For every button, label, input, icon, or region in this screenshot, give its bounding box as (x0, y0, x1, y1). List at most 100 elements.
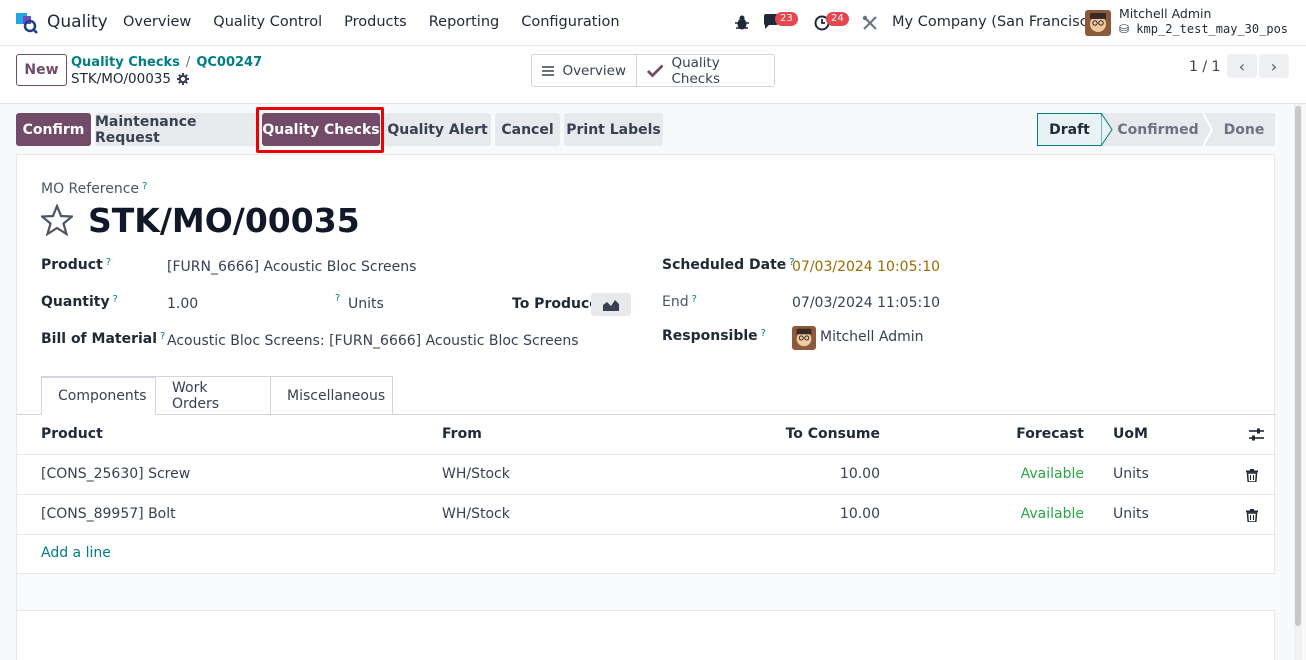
cell-from[interactable]: WH/Stock (442, 506, 510, 522)
cell-uom[interactable]: Units (1113, 466, 1149, 482)
area-chart-icon (603, 299, 619, 311)
cell-uom[interactable]: Units (1113, 506, 1149, 522)
settings-tools-icon[interactable] (862, 15, 878, 31)
database-label: kmp_2_test_may_30_pos (1136, 22, 1289, 36)
col-from[interactable]: From (442, 426, 482, 442)
cell-product[interactable]: [CONS_89957] Bolt (41, 506, 176, 522)
cell-forecast: Available (1020, 466, 1084, 482)
trash-icon[interactable] (1246, 509, 1258, 522)
quality-alert-button[interactable]: Quality Alert (384, 113, 491, 146)
responsible-label-text: Responsible (662, 328, 758, 344)
help-icon[interactable]: ? (160, 331, 165, 342)
user-avatar[interactable] (1085, 10, 1111, 36)
pager-next-button[interactable]: › (1259, 54, 1289, 78)
user-name[interactable]: Mitchell Admin (1119, 6, 1211, 21)
menu-overview[interactable]: Overview (123, 14, 191, 30)
table-footer (17, 573, 1276, 611)
tab-work-orders[interactable]: Work Orders (156, 376, 271, 415)
quantity-label-text: Quantity (41, 294, 110, 310)
to-produce-label: To Produce (512, 296, 599, 312)
cell-to-consume[interactable]: 10.00 (840, 506, 880, 522)
stage-done[interactable]: Done (1213, 113, 1275, 146)
responsible-label: Responsible? (662, 328, 766, 344)
cell-from[interactable]: WH/Stock (442, 466, 510, 482)
quality-app-icon[interactable] (16, 12, 38, 34)
smart-overview-button[interactable]: Overview (532, 55, 636, 86)
smart-buttons: Overview Quality Checks (531, 54, 775, 87)
help-icon[interactable]: ? (692, 294, 697, 305)
app-name[interactable]: Quality (47, 12, 108, 32)
maintenance-request-button[interactable]: Maintenance Request (95, 113, 257, 146)
database-name: ⛁ kmp_2_test_may_30_pos (1119, 22, 1288, 36)
help-icon[interactable]: ? (106, 257, 111, 268)
tab-miscellaneous[interactable]: Miscellaneous (271, 376, 393, 415)
star-icon[interactable] (41, 204, 73, 236)
quality-checks-button[interactable]: Quality Checks (262, 113, 380, 146)
mo-reference-text: MO Reference (41, 181, 140, 197)
col-forecast[interactable]: Forecast (1016, 426, 1084, 442)
product-label: Product? (41, 257, 111, 273)
cancel-button[interactable]: Cancel (495, 113, 560, 146)
smart-overview-label: Overview (562, 62, 626, 79)
forecast-report-button[interactable] (591, 293, 631, 316)
help-icon[interactable]: ? (335, 293, 340, 304)
end-label-text: End (662, 294, 689, 310)
bom-field[interactable]: Acoustic Bloc Screens: [FURN_6666] Acous… (167, 333, 579, 349)
menu-quality-control[interactable]: Quality Control (213, 14, 322, 30)
uom-field[interactable]: Units (348, 296, 384, 312)
scheduled-date-field[interactable]: 07/03/2024 10:05:10 (792, 259, 940, 275)
col-product[interactable]: Product (41, 426, 103, 442)
help-icon[interactable]: ? (142, 181, 147, 192)
breadcrumb-quality-checks[interactable]: Quality Checks (71, 55, 180, 70)
bug-icon[interactable] (735, 15, 749, 31)
control-panel: New Quality Checks / QC00247 STK/MO/00035 … (0, 46, 1306, 104)
print-labels-button[interactable]: Print Labels (564, 113, 663, 146)
activity-button[interactable]: 24 (814, 12, 849, 32)
notebook-tabs: Components Work Orders Miscellaneous (41, 376, 393, 415)
menu-configuration[interactable]: Configuration (521, 14, 619, 30)
cell-product[interactable]: [CONS_25630] Screw (41, 466, 190, 482)
col-uom[interactable]: UoM (1113, 426, 1148, 442)
optional-columns-icon[interactable] (1249, 427, 1264, 442)
chevron-left-icon: ‹ (1238, 56, 1246, 76)
chat-button[interactable]: 23 (763, 12, 798, 32)
company-switcher[interactable]: My Company (San Francisco) (892, 14, 1102, 30)
tab-components[interactable]: Components (41, 376, 156, 415)
check-icon (647, 64, 664, 78)
activity-badge: 24 (826, 12, 849, 26)
main-menu: Overview Quality Control Products Report… (123, 14, 642, 30)
top-navbar: Quality Overview Quality Control Product… (0, 0, 1306, 46)
cell-to-consume[interactable]: 10.00 (840, 466, 880, 482)
list-icon (542, 65, 555, 76)
mo-reference-label: MO Reference? (41, 181, 147, 197)
add-line-link[interactable]: Add a line (41, 545, 111, 561)
end-date-field[interactable]: 07/03/2024 11:05:10 (792, 295, 940, 311)
col-to-consume[interactable]: To Consume (786, 426, 880, 442)
stage-draft[interactable]: Draft (1037, 113, 1101, 146)
bom-label-text: Bill of Material (41, 331, 158, 347)
menu-products[interactable]: Products (344, 14, 407, 30)
new-button[interactable]: New (16, 54, 67, 86)
scheduled-date-label: Scheduled Date? (662, 257, 795, 273)
table-row[interactable]: [CONS_25630] Screw WH/Stock 10.00 Availa… (17, 455, 1276, 495)
confirm-button[interactable]: Confirm (16, 113, 91, 146)
smart-quality-checks-button[interactable]: Quality Checks (636, 54, 774, 87)
breadcrumb-qc[interactable]: QC00247 (196, 55, 262, 70)
product-field[interactable]: [FURN_6666] Acoustic Bloc Screens (167, 259, 416, 275)
responsible-field[interactable]: Mitchell Admin (820, 329, 924, 345)
pager-value[interactable]: 1 / 1 (1189, 59, 1220, 75)
record-name: STK/MO/00035 (71, 71, 189, 87)
breadcrumb-separator: / (185, 55, 191, 70)
gear-icon[interactable] (176, 73, 189, 85)
trash-icon[interactable] (1246, 469, 1258, 482)
quantity-field[interactable]: 1.00 (167, 296, 198, 312)
stage-confirmed[interactable]: Confirmed (1113, 113, 1203, 146)
page-scrollbar[interactable] (1294, 104, 1302, 660)
menu-reporting[interactable]: Reporting (429, 14, 500, 30)
scrollbar-thumb[interactable] (1295, 106, 1301, 626)
help-icon[interactable]: ? (761, 328, 766, 339)
smart-quality-checks-label: Quality Checks (671, 54, 721, 87)
table-row[interactable]: [CONS_89957] Bolt WH/Stock 10.00 Availab… (17, 495, 1276, 535)
pager-previous-button[interactable]: ‹ (1227, 54, 1257, 78)
help-icon[interactable]: ? (113, 294, 118, 305)
